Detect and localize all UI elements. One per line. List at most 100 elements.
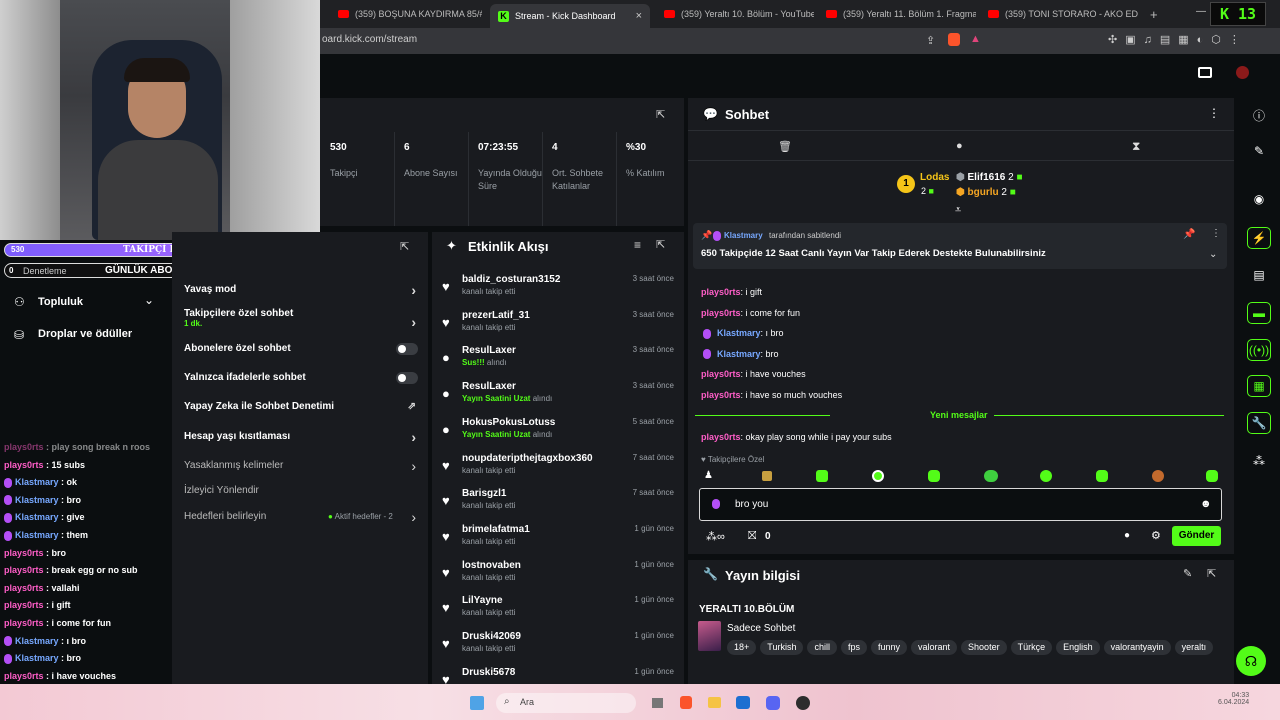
setting-row[interactable]: Yasaklanmış kelimeler ›	[184, 458, 420, 474]
camera-icon[interactable]: ◉	[1247, 188, 1271, 210]
close-tab-icon[interactable]: ×	[636, 10, 642, 22]
document-icon[interactable]: ▤	[1247, 264, 1271, 286]
emote-icon[interactable]	[816, 470, 828, 482]
stream-tag[interactable]: fps	[840, 640, 867, 655]
chevron-down-icon[interactable]: ⌄	[1209, 249, 1217, 260]
chat-rail-icon[interactable]: ▬	[1247, 302, 1271, 324]
chat-username[interactable]: plays0rts	[701, 308, 741, 318]
setting-row[interactable]: Yalnızca ifadelerle sohbet	[184, 372, 420, 384]
emote-icon[interactable]	[762, 471, 772, 481]
stream-tag[interactable]: valorantyayin	[1103, 640, 1171, 655]
browser-tab[interactable]: (359) Yeraltı 10. Bölüm - YouTube	[656, 4, 814, 24]
stream-icon[interactable]	[1198, 67, 1212, 78]
layout-icon[interactable]: ▦	[1247, 375, 1271, 397]
folder-icon[interactable]	[708, 697, 721, 708]
setting-row[interactable]: Takipçilere özel sohbet 1 dk. ›	[184, 308, 420, 330]
filter-icon[interactable]: ≡	[634, 238, 641, 252]
activity-username[interactable]: noupdateripthejtagxbox360	[462, 453, 593, 464]
activity-username[interactable]: LilYayne	[462, 595, 503, 606]
emote-icon[interactable]: ♟	[704, 470, 713, 481]
new-tab-button[interactable]: +	[1142, 4, 1162, 24]
setting-row[interactable]: Hedefleri belirleyin ● Aktif hedefler - 2…	[184, 509, 420, 525]
rewards-icon[interactable]: ▲	[970, 33, 981, 45]
taskbar-search[interactable]: ⌕ Ara	[496, 693, 636, 713]
toggle-switch[interactable]	[396, 343, 418, 355]
browser-tab[interactable]: (359) Yeraltı 11. Bölüm 1. Fragmanı	[818, 4, 976, 24]
chat-icon[interactable]: ●	[956, 140, 963, 152]
sidebar-item-drops[interactable]: Droplar ve ödüller	[38, 328, 132, 340]
trash-icon[interactable]: 🗑	[778, 140, 792, 153]
share-icon[interactable]: ⇪	[926, 34, 935, 47]
leader-name[interactable]: Elif1616	[968, 172, 1006, 183]
info-icon[interactable]: ⓘ	[1247, 104, 1271, 126]
activity-username[interactable]: Druski42069	[462, 631, 521, 642]
extensions-icons[interactable]: ✣▣♫▤▦◐⬡⋮	[1108, 33, 1248, 46]
chat-input[interactable]: bro you	[735, 499, 768, 510]
emote-icon[interactable]	[1096, 470, 1108, 482]
more-icon[interactable]: ⋮	[1208, 106, 1220, 120]
activity-username[interactable]: ResulLaxer	[462, 381, 516, 392]
obs-icon[interactable]	[796, 696, 810, 710]
browser-tab[interactable]: (359) BOŞUNA KAYDIRMA 85/#BK85	[330, 4, 482, 24]
setting-row[interactable]: Yapay Zeka ile Sohbet Denetimi ⇗	[184, 401, 420, 412]
chat-input-box[interactable]: bro you ☻	[699, 488, 1222, 521]
url-field[interactable]: oard.kick.com/stream	[322, 34, 417, 45]
emote-icon[interactable]	[1206, 470, 1218, 482]
setting-row[interactable]: Hesap yaşı kısıtlaması ›	[184, 429, 420, 445]
taskview-icon[interactable]	[652, 698, 663, 708]
popout-icon[interactable]: ⇱	[656, 238, 665, 251]
stream-tag[interactable]: Shooter	[961, 640, 1007, 655]
activity-username[interactable]: prezerLatif_31	[462, 310, 530, 321]
chat-username[interactable]: Klastmary	[717, 328, 761, 338]
chat-username[interactable]: plays0rts	[701, 432, 741, 442]
chat-mode-icon[interactable]: ●	[1124, 530, 1130, 541]
users-icon[interactable]: ⁂	[1247, 450, 1271, 472]
minimize-icon[interactable]: —	[1196, 6, 1206, 17]
popout-icon[interactable]: ⇱	[400, 240, 409, 253]
brave-shield-icon[interactable]	[948, 33, 960, 46]
chat-username[interactable]: plays0rts	[701, 369, 741, 379]
emote-icon[interactable]	[928, 470, 940, 482]
popout-icon[interactable]: ⇱	[1207, 567, 1216, 580]
gift-box-icon[interactable]: ⛝	[748, 530, 756, 543]
setting-row[interactable]: İzleyici Yönlendir	[184, 485, 420, 496]
chevron-down-icon[interactable]: ⌄	[144, 293, 154, 307]
stream-tag[interactable]: 18+	[727, 640, 757, 655]
emote-icon[interactable]	[984, 470, 998, 482]
popout-icon[interactable]: ⇱	[656, 108, 665, 121]
activity-username[interactable]: brimelafatma1	[462, 524, 530, 535]
activity-username[interactable]: Druski5678	[462, 667, 515, 678]
wrench-rail-icon[interactable]: 🔧	[1247, 412, 1271, 434]
store-icon[interactable]	[736, 696, 750, 709]
lightning-icon[interactable]: ⚡	[1247, 227, 1271, 249]
stream-tag[interactable]: English	[1056, 640, 1100, 655]
activity-username[interactable]: Barisgzl1	[462, 488, 506, 499]
chat-username[interactable]: Klastmary	[717, 349, 761, 359]
send-button[interactable]: Gönder	[1172, 526, 1221, 546]
expand-icon[interactable]: ⩡	[955, 204, 961, 217]
emoji-icon[interactable]: ☻	[1200, 498, 1212, 510]
stream-tag[interactable]: Turkish	[760, 640, 804, 655]
stream-tag[interactable]: funny	[870, 640, 908, 655]
pencil-icon[interactable]: ✎	[1247, 140, 1271, 162]
activity-username[interactable]: lostnovaben	[462, 560, 521, 571]
avatar[interactable]	[1236, 66, 1249, 79]
emote-icon[interactable]	[1040, 470, 1052, 482]
emote-icon[interactable]	[1152, 470, 1164, 482]
emote-icon[interactable]	[872, 470, 884, 482]
broadcast-icon[interactable]: ((•))	[1247, 339, 1271, 361]
points-icon[interactable]: ⁂∞	[706, 530, 725, 543]
toggle-switch[interactable]	[396, 372, 418, 384]
leader-name[interactable]: bgurlu	[968, 187, 999, 198]
support-icon[interactable]: ☊	[1236, 646, 1266, 676]
activity-username[interactable]: baldiz_costuran3152	[462, 274, 560, 285]
stream-category[interactable]: Sadece Sohbet	[727, 623, 795, 634]
chat-username[interactable]: plays0rts	[701, 287, 741, 297]
setting-row[interactable]: Abonelere özel sohbet	[184, 343, 420, 355]
sidebar-item-community[interactable]: Topluluk	[38, 296, 83, 308]
activity-username[interactable]: HokusPokusLotuss	[462, 417, 555, 428]
stream-tag[interactable]: Türkçe	[1010, 640, 1053, 655]
hourglass-icon[interactable]: ⧗	[1132, 139, 1140, 154]
windows-start-icon[interactable]	[470, 696, 484, 710]
more-icon[interactable]: ⋮	[1211, 228, 1221, 239]
